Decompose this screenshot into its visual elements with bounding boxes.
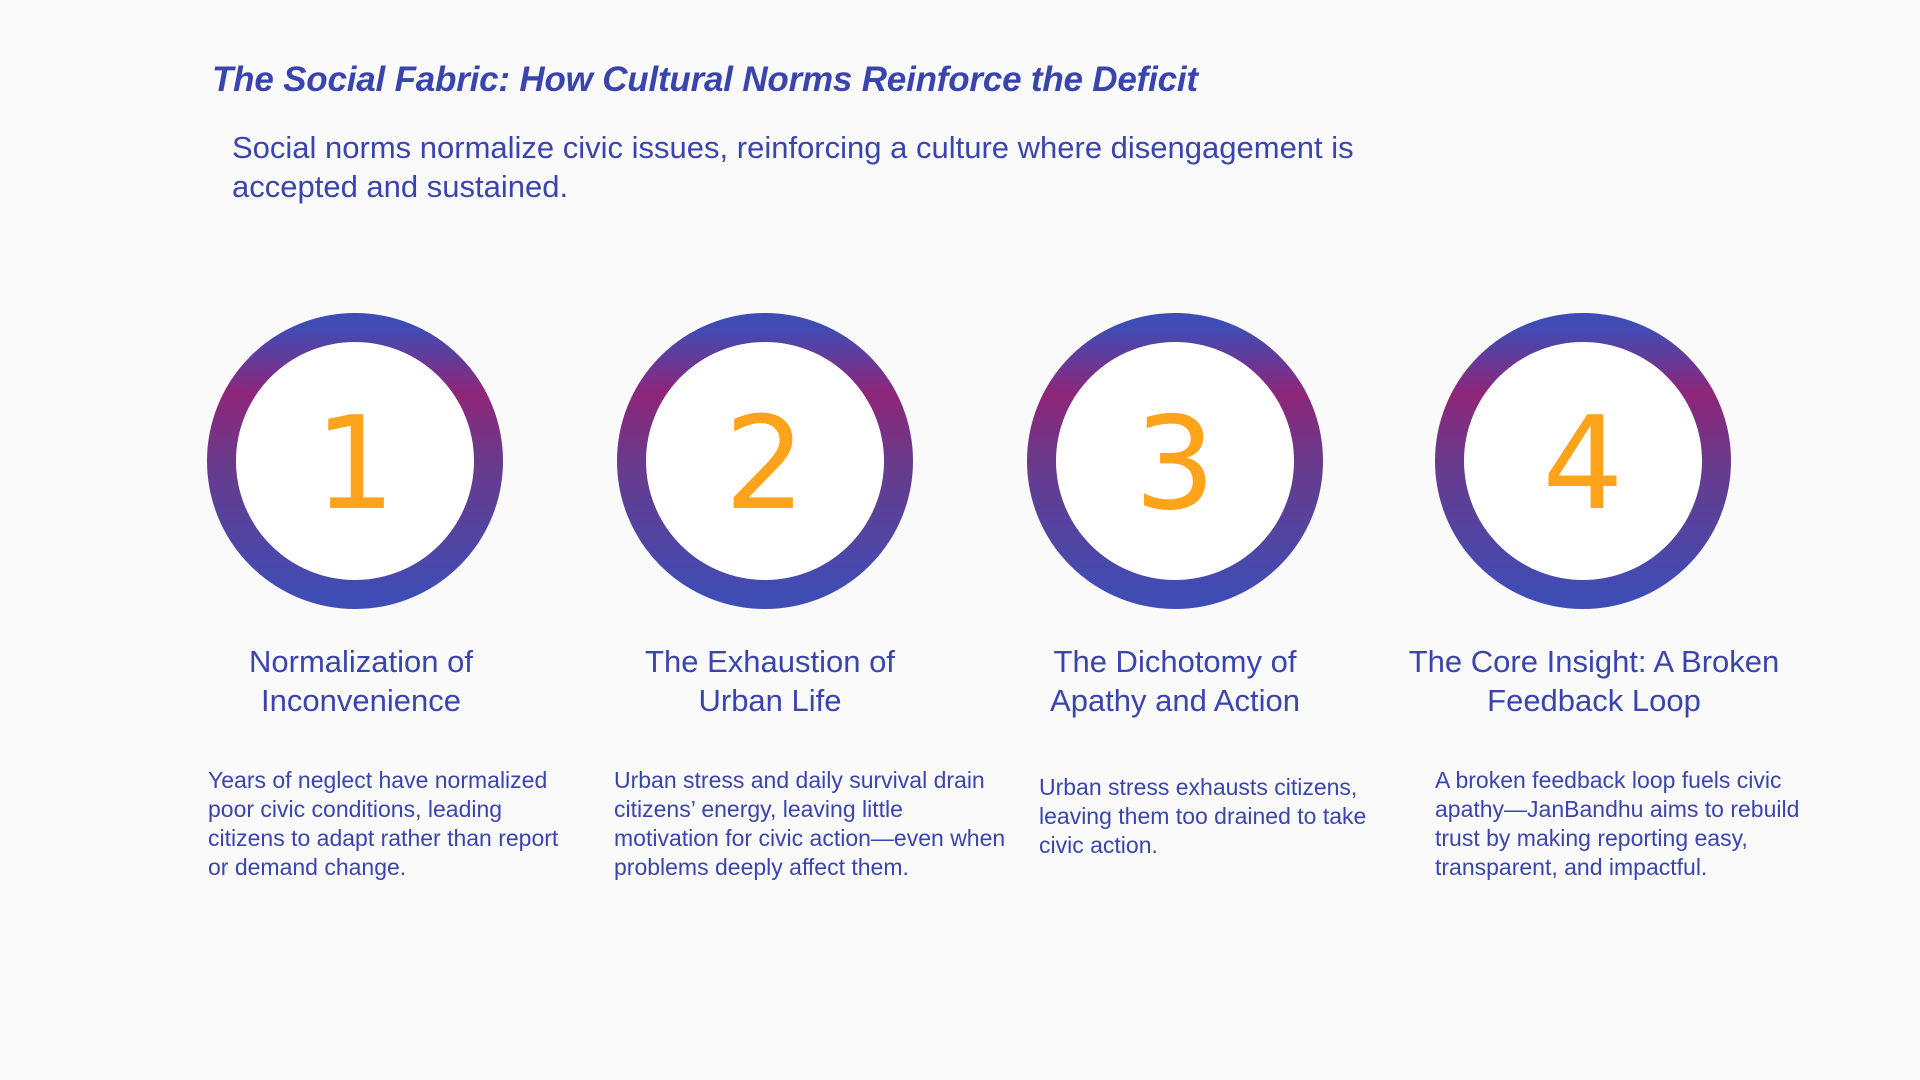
slide-subtitle: Social norms normalize civic issues, rei… [232, 130, 1354, 204]
step-4-heading: The Core Insight: A Broken Feedback Loop [1408, 644, 1780, 718]
step-1-ring: 1 [206, 312, 504, 610]
step-1-body: Years of neglect have normalized poor ci… [208, 767, 559, 880]
step-2-body: Urban stress and daily survival drain ci… [614, 767, 1006, 880]
slide-title: The Social Fabric: How Cultural Norms Re… [212, 60, 1198, 99]
step-2-ring: 2 [616, 312, 914, 610]
step-3-ring-graphic: 3 [1027, 313, 1323, 609]
step-1-number: 1 [314, 390, 395, 539]
step-4-ring: 4 [1434, 312, 1732, 610]
step-3-number: 3 [1134, 390, 1215, 539]
step-2-number: 2 [724, 390, 805, 539]
step-2-ring-graphic: 2 [617, 313, 913, 609]
step-4-ring-graphic: 4 [1435, 313, 1731, 609]
step-4-body: A broken feedback loop fuels civic apath… [1435, 767, 1800, 880]
step-3-ring: 3 [1026, 312, 1324, 610]
step-4-number: 4 [1542, 390, 1623, 539]
step-2-heading: The Exhaustion of Urban Life [645, 644, 895, 718]
step-1-ring-graphic: 1 [207, 313, 503, 609]
step-3-heading: The Dichotomy of Apathy and Action [1050, 644, 1300, 718]
step-1-heading: Normalization of Inconvenience [249, 644, 473, 718]
step-3-body: Urban stress exhausts citizens, leaving … [1039, 774, 1367, 858]
